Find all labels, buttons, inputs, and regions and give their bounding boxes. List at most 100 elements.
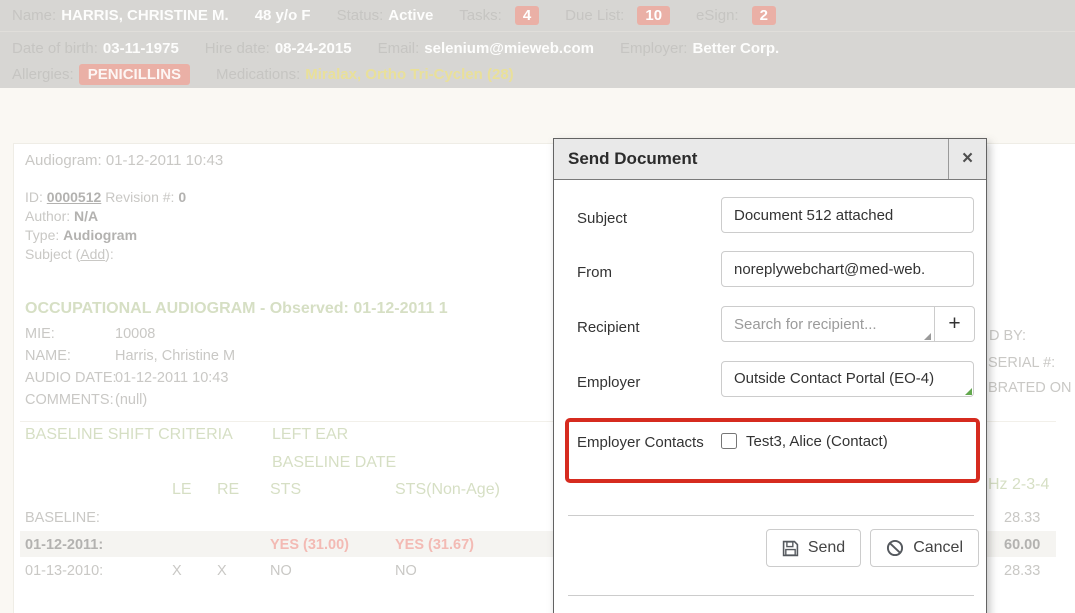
subject-row: Subject	[577, 197, 974, 233]
modal-header[interactable]: Send Document ×	[554, 139, 986, 180]
type-value: Audiogram	[63, 227, 137, 243]
employer-label: Employer:	[620, 40, 688, 57]
subject-label: Subject	[577, 197, 721, 233]
fragment-hz-header: Hz 2-3-4	[988, 476, 1049, 494]
document-header: Audiogram: 01-12-2011 10:43	[25, 152, 223, 169]
patient-header-row1: Name: HARRIS, CHRISTINE M. 48 y/o F Stat…	[0, 0, 1075, 32]
col-header-re: RE	[217, 481, 239, 499]
from-label: From	[577, 251, 721, 287]
contact-name: Test3, Alice (Contact)	[746, 433, 888, 450]
table-row-2010-re: X	[217, 563, 227, 579]
tasks-count-badge[interactable]: 4	[515, 6, 539, 25]
modal-bottom-divider	[568, 595, 974, 596]
section-baseline-shift-criteria: BASELINE SHIFT CRITERIA	[25, 426, 233, 444]
due-list-label: Due List:	[565, 7, 624, 24]
send-button[interactable]: Send	[766, 529, 861, 567]
employer-select-label: Employer	[577, 361, 721, 397]
document-id-line: ID: 0000512 Revision #: 0	[25, 189, 186, 205]
medications-value[interactable]: Miralax, Ortho Tri-Cyclen (28)	[305, 66, 513, 83]
modal-title: Send Document	[568, 139, 697, 179]
document-type-line: Type: Audiogram	[25, 227, 137, 243]
cancel-icon	[886, 539, 904, 557]
table-row-2010-le: X	[172, 563, 182, 579]
patient-age-sex: 48 y/o F	[255, 7, 311, 24]
cancel-button[interactable]: Cancel	[870, 529, 979, 567]
document-author-line: Author: N/A	[25, 208, 98, 224]
employer-contacts-row: Employer Contacts Test3, Alice (Contact)	[577, 419, 888, 456]
field-label-comments: COMMENTS:	[25, 392, 114, 408]
patient-name: HARRIS, CHRISTINE M.	[61, 7, 229, 24]
medications-label: Medications:	[216, 66, 300, 83]
dob-value: 03-11-1975	[103, 40, 179, 57]
resize-handle-icon	[924, 333, 931, 340]
fragment-value-3: 28.33	[1004, 563, 1040, 579]
employer-row: Employer Outside Contact Portal (EO-4)	[577, 361, 974, 397]
table-row-2011-sts: YES (31.00)	[270, 537, 349, 553]
footer-divider	[568, 515, 974, 516]
revision-value: 0	[178, 189, 186, 205]
status-label: Status:	[337, 7, 384, 24]
name-label: Name:	[12, 7, 56, 24]
app-screen: Name: HARRIS, CHRISTINE M. 48 y/o F Stat…	[0, 0, 1075, 613]
document-id-link[interactable]: 0000512	[47, 189, 102, 205]
author-label: Author:	[25, 208, 70, 224]
field-value-name: Harris, Christine M	[115, 348, 235, 364]
add-recipient-button[interactable]: +	[935, 306, 975, 342]
cancel-button-label: Cancel	[913, 539, 963, 557]
subject-prefix: Subject (	[25, 246, 80, 262]
subject-add-link[interactable]: Add	[80, 246, 105, 262]
table-row-2010-sts: NO	[270, 563, 292, 579]
fragment-serial: SERIAL #:	[988, 355, 1055, 371]
baseline-date-header: BASELINE DATE	[272, 454, 396, 472]
close-icon: ×	[962, 148, 973, 170]
allergy-badge[interactable]: PENICILLINS	[79, 64, 190, 85]
field-label-audio-date: AUDIO DATE:	[25, 370, 117, 386]
select-expand-handle-icon	[965, 388, 972, 395]
fragment-calibrated-on: BRATED ON	[988, 380, 1072, 396]
table-row-2010-sts-nonage: NO	[395, 563, 417, 579]
type-label: Type:	[25, 227, 59, 243]
from-row: From	[577, 251, 974, 287]
col-header-sts: STS	[270, 481, 301, 499]
table-row-2010-label: 01-13-2010:	[25, 563, 103, 579]
recipient-search-input[interactable]	[721, 306, 935, 342]
esign-count-badge[interactable]: 2	[752, 6, 776, 25]
field-value-comments: (null)	[115, 392, 147, 408]
save-icon	[782, 540, 799, 557]
allergies-label: Allergies:	[12, 66, 74, 83]
contact-checkbox[interactable]	[721, 433, 737, 449]
field-label-name: NAME:	[25, 348, 71, 364]
employer-contacts-label: Employer Contacts	[577, 419, 721, 456]
due-list-count-badge[interactable]: 10	[637, 6, 670, 25]
field-label-mie: MIE:	[25, 326, 55, 342]
tasks-label: Tasks:	[459, 7, 502, 24]
col-header-sts-nonage: STS(Non-Age)	[395, 481, 500, 499]
hire-date-label: Hire date:	[205, 40, 270, 57]
esign-label: eSign:	[696, 7, 739, 24]
author-value: N/A	[74, 208, 98, 224]
subject-suffix: ):	[105, 246, 114, 262]
document-subject-line: Subject (Add):	[25, 246, 114, 262]
section-left-ear: LEFT EAR	[272, 426, 348, 444]
email-label: Email:	[378, 40, 420, 57]
dob-label: Date of birth:	[12, 40, 98, 57]
recipient-label: Recipient	[577, 306, 721, 342]
close-button[interactable]: ×	[948, 139, 986, 179]
send-document-modal: Send Document × Subject From Recipient +	[553, 138, 987, 613]
patient-header-row2: Date of birth: 03-11-1975 Hire date: 08-…	[0, 35, 1075, 62]
fragment-value-2: 60.00	[1004, 537, 1040, 553]
col-header-le: LE	[172, 481, 192, 499]
employer-value: Better Corp.	[692, 40, 779, 57]
patient-header-bar: Name: HARRIS, CHRISTINE M. 48 y/o F Stat…	[0, 0, 1075, 88]
report-title: OCCUPATIONAL AUDIOGRAM - Observed: 01-12…	[25, 300, 448, 318]
recipient-row: Recipient +	[577, 306, 975, 342]
fragment-value-1: 28.33	[1004, 510, 1040, 526]
modal-footer-buttons: Send Cancel	[766, 529, 979, 567]
table-row-baseline-label: BASELINE:	[25, 510, 100, 526]
email-value: selenium@mieweb.com	[424, 40, 594, 57]
table-row-2011-label: 01-12-2011:	[25, 537, 103, 553]
employer-select[interactable]: Outside Contact Portal (EO-4)	[721, 361, 974, 397]
subject-input[interactable]	[721, 197, 974, 233]
from-input[interactable]	[721, 251, 974, 287]
send-button-label: Send	[808, 539, 845, 557]
